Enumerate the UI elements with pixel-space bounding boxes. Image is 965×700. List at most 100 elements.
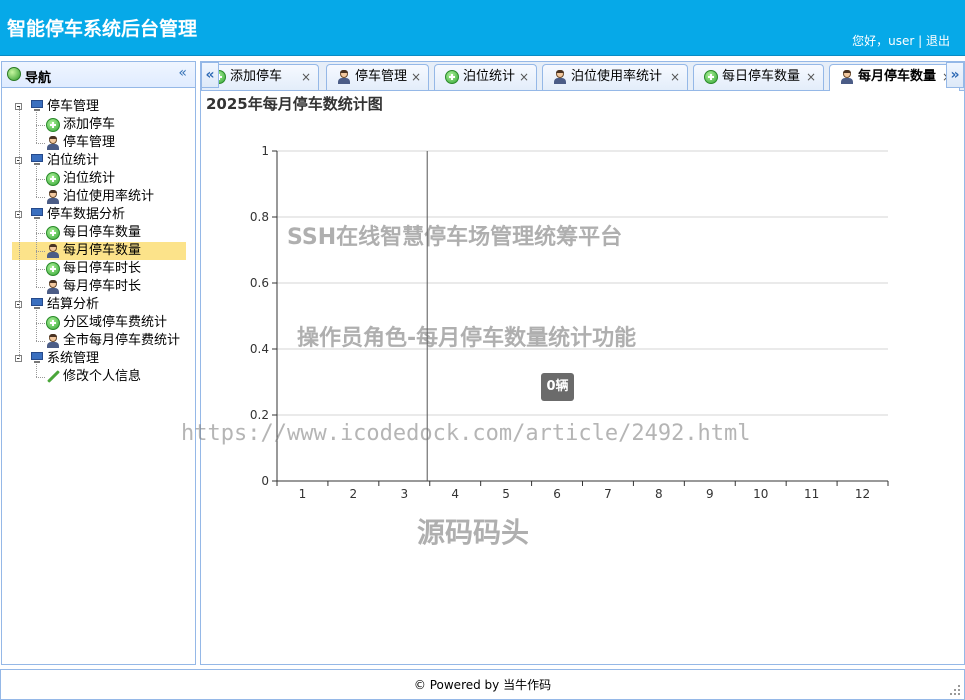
tree-connector	[36, 310, 37, 341]
computer-icon	[30, 100, 44, 111]
nav-item-label: 泊位使用率统计	[63, 189, 155, 204]
chart-tooltip: 0辆	[541, 373, 574, 401]
nav-item-3-0[interactable]: 分区域停车费统计	[12, 314, 192, 332]
app-title: 智能停车系统后台管理	[7, 18, 198, 40]
tab-scroll-left-button[interactable]: «	[201, 62, 219, 88]
tab-label: 添加停车	[230, 69, 283, 84]
nav-item-0-1[interactable]: 停车管理	[12, 134, 192, 152]
tree-connector	[36, 197, 45, 198]
tree-connector	[36, 364, 37, 377]
nav-group-label: 系统管理	[47, 351, 100, 366]
tab-close-button[interactable]: ×	[411, 65, 421, 89]
nav-group-4[interactable]: 系统管理	[12, 350, 192, 368]
tree-connector	[36, 251, 45, 252]
x-tick-label: 6	[553, 487, 561, 501]
nav-item-2-2[interactable]: 每日停车时长	[12, 260, 192, 278]
tab-close-button[interactable]: ×	[519, 65, 529, 89]
plus-icon	[46, 172, 60, 186]
nav-group-1[interactable]: 泊位统计	[12, 152, 192, 170]
tab-1[interactable]: 停车管理 ×	[326, 64, 429, 90]
nav-item-2-3[interactable]: 每月停车时长	[12, 278, 192, 296]
tree-connector	[36, 179, 45, 180]
resize-grip-icon[interactable]	[950, 685, 960, 695]
plus-icon	[704, 70, 718, 84]
tab-scroll-right-button[interactable]: »	[946, 62, 964, 88]
plus-icon	[46, 262, 60, 276]
plus-icon	[445, 70, 459, 84]
nav-item-label: 全市每月停车费统计	[63, 333, 181, 348]
x-tick-label: 5	[502, 487, 510, 501]
nav-group-label: 停车管理	[47, 99, 100, 114]
pencil-icon	[46, 370, 60, 384]
tree-connector	[36, 287, 45, 288]
person-icon	[46, 136, 60, 150]
app-header: 智能停车系统后台管理 您好，user | 退出	[0, 0, 965, 56]
y-tick-label: 1	[261, 144, 269, 158]
nav-item-label: 每日停车数量	[63, 225, 142, 240]
nav-item-2-0[interactable]: 每日停车数量	[12, 224, 192, 242]
computer-icon	[30, 298, 44, 309]
person-icon	[840, 70, 854, 84]
person-icon	[553, 70, 567, 84]
tab-4[interactable]: 每日停车数量 ×	[693, 64, 824, 90]
nav-panel: 导航 « 停车管理 添加停车 停车管理 泊位统计 泊位统计 泊位使用率统计 停车数据分析 每日…	[1, 61, 196, 665]
nav-item-3-1[interactable]: 全市每月停车费统计	[12, 332, 192, 350]
nav-group-0[interactable]: 停车管理	[12, 98, 192, 116]
tab-label: 每日停车数量	[722, 69, 801, 84]
nav-group-2[interactable]: 停车数据分析	[12, 206, 192, 224]
nav-item-1-0[interactable]: 泊位统计	[12, 170, 192, 188]
tab-label: 泊位统计	[463, 69, 516, 84]
tree-connector	[36, 377, 45, 378]
x-tick-label: 1	[299, 487, 307, 501]
tree-connector	[36, 220, 37, 287]
x-tick-label: 7	[604, 487, 612, 501]
nav-group-label: 停车数据分析	[47, 207, 126, 222]
plus-icon	[46, 316, 60, 330]
person-icon	[46, 244, 60, 258]
tab-5[interactable]: 每月停车数量×	[829, 64, 960, 91]
x-tick-label: 4	[451, 487, 459, 501]
nav-panel-header: 导航 «	[2, 62, 195, 88]
tree-connector	[19, 107, 20, 359]
nav-item-label: 每日停车时长	[63, 261, 142, 276]
x-tick-label: 9	[706, 487, 714, 501]
person-icon	[46, 334, 60, 348]
tree-connector	[36, 143, 45, 144]
y-tick-label: 0.8	[250, 210, 269, 224]
person-icon	[46, 280, 60, 294]
logout-link[interactable]: 退出	[926, 34, 950, 48]
tree-connector	[36, 233, 45, 234]
tree-connector	[36, 269, 45, 270]
x-tick-label: 8	[655, 487, 663, 501]
collapse-panel-button[interactable]: «	[178, 65, 187, 81]
nav-item-2-1[interactable]: 每月停车数量	[12, 242, 192, 260]
y-tick-label: 0.4	[250, 342, 269, 356]
nav-item-1-1[interactable]: 泊位使用率统计	[12, 188, 192, 206]
watermark-brand: 源码码头	[417, 516, 530, 549]
tab-3[interactable]: 泊位使用率统计 ×	[542, 64, 688, 90]
tree-connector	[36, 323, 45, 324]
tab-close-button[interactable]: ×	[670, 65, 680, 89]
user-separator: |	[918, 34, 923, 48]
tree-connector	[36, 341, 45, 342]
computer-icon	[30, 154, 44, 165]
x-tick-label: 3	[400, 487, 408, 501]
x-tick-label: 2	[350, 487, 358, 501]
tab-close-button[interactable]: ×	[301, 65, 311, 89]
nav-item-0-0[interactable]: 添加停车	[12, 116, 192, 134]
footer: © Powered by 当牛作码	[0, 669, 965, 700]
computer-icon	[30, 208, 44, 219]
x-tick-label: 12	[855, 487, 870, 501]
greeting-text: 您好，user	[852, 34, 915, 48]
tab-2[interactable]: 泊位统计 ×	[434, 64, 537, 90]
user-area: 您好，user | 退出	[852, 32, 950, 49]
watermark-role: 操作员角色-每月停车数量统计功能	[297, 326, 637, 351]
y-tick-label: 0	[261, 474, 269, 488]
tab-close-button[interactable]: ×	[806, 65, 816, 89]
nav-group-3[interactable]: 结算分析	[12, 296, 192, 314]
nav-item-label: 添加停车	[63, 117, 116, 132]
nav-item-4-0[interactable]: 修改个人信息	[12, 368, 192, 386]
tab-label: 泊位使用率统计	[571, 69, 663, 84]
tree-connector	[36, 125, 45, 126]
computer-icon	[30, 352, 44, 363]
